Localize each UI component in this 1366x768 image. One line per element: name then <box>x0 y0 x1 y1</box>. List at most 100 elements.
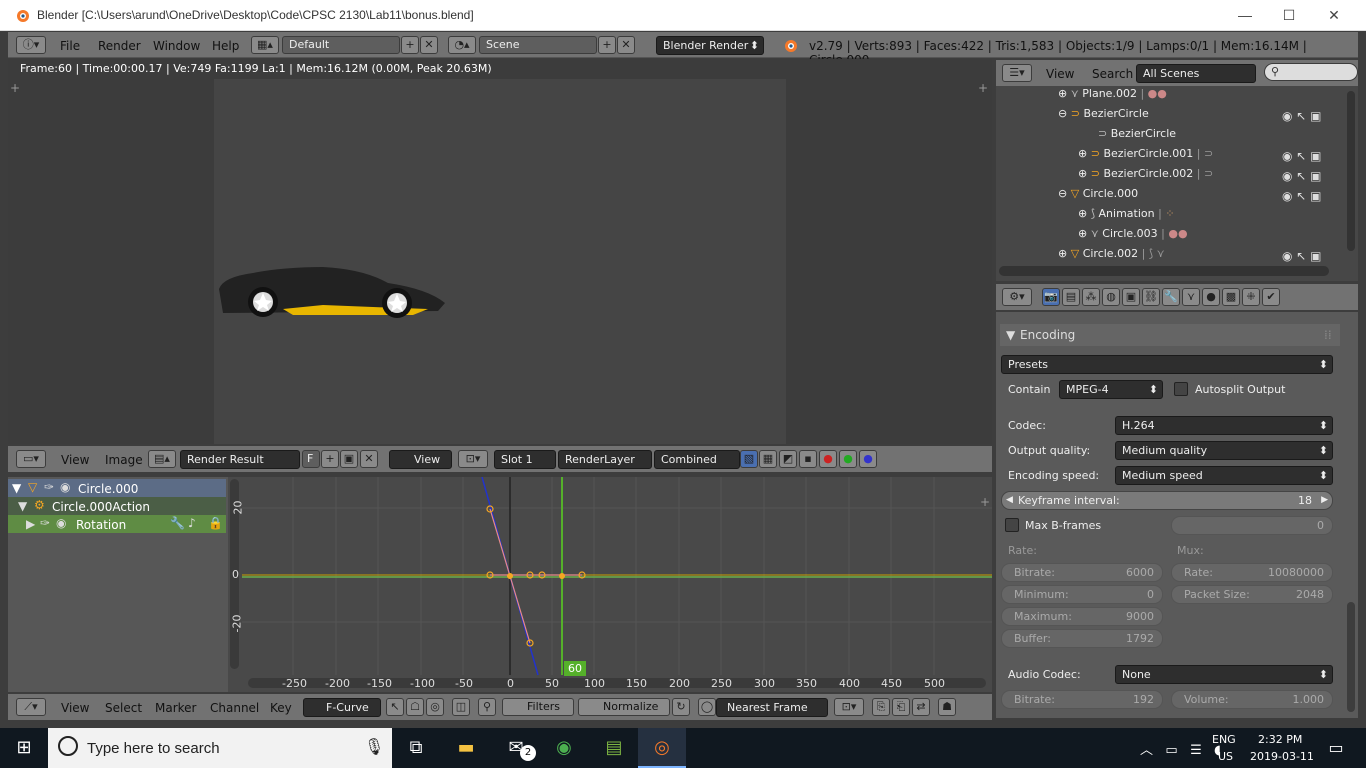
unlink-image-button[interactable]: ✕ <box>360 450 378 468</box>
language-indicator[interactable]: ENG <box>1212 733 1236 746</box>
scene-tab-icon[interactable]: ⁂ <box>1082 288 1100 306</box>
clock-time[interactable]: 2:32 PM <box>1258 733 1302 746</box>
red-channel-icon[interactable]: ● <box>819 450 837 468</box>
bitrate-field[interactable]: Bitrate: 6000 <box>1001 563 1163 582</box>
collapse-icon[interactable]: ▶ <box>26 517 35 531</box>
visibility-column[interactable]: ◉ ↖ ▣ <box>1282 246 1322 266</box>
area-split-plus-icon[interactable]: + <box>980 495 990 509</box>
display-mode-select[interactable]: All Scenes <box>1136 64 1256 83</box>
modifiers-tab-icon[interactable]: 🔧 <box>1162 288 1180 306</box>
ghost-curves-button[interactable]: ☗ <box>938 698 956 716</box>
menu-image[interactable]: Image <box>105 453 143 467</box>
file-explorer-icon[interactable]: ▬ <box>442 728 490 768</box>
pass-select[interactable]: Combined <box>654 450 740 469</box>
microphone-icon[interactable]: 🎙 <box>364 737 384 756</box>
render-tab-icon[interactable]: 📷 <box>1042 288 1060 306</box>
visibility-column[interactable]: ◉ ↖ ▣ ◉ ↖ ▣ ◉ ↖ ▣ <box>1282 146 1322 206</box>
max-bframes-checkbox[interactable] <box>1005 518 1019 532</box>
increment-arrow-icon[interactable]: ▶ <box>1321 492 1328 509</box>
expand-icon[interactable]: ▼ <box>18 499 27 513</box>
outliner-row[interactable]: ⊖ ▽ Circle.000 <box>1058 184 1138 204</box>
current-frame-badge[interactable]: 60 <box>564 661 586 676</box>
close-button[interactable]: ✕ <box>1323 5 1345 25</box>
menu-search[interactable]: Search <box>1092 67 1133 81</box>
volume-field[interactable]: Volume: 1.000 <box>1171 690 1333 709</box>
maximize-button[interactable]: ☐ <box>1278 5 1300 25</box>
texture-tab-icon[interactable]: ▩ <box>1222 288 1240 306</box>
render-engine-select[interactable]: Blender Render ⬍ <box>656 36 764 55</box>
drag-handle-icon[interactable]: ⁞⁞ <box>1324 328 1332 342</box>
color-alpha-icon[interactable]: ▧ <box>740 450 758 468</box>
copy-keys-icon[interactable]: ⎘ <box>872 698 890 716</box>
fake-user-button[interactable]: F <box>302 450 320 468</box>
object-tab-icon[interactable]: ▣ <box>1122 288 1140 306</box>
mode-select[interactable]: F-Curve <box>303 698 381 717</box>
editor-type-graph-icon[interactable]: ⟋▾ <box>16 698 46 716</box>
add-scene-button[interactable]: + <box>598 36 616 54</box>
tray-icons[interactable]: ︿ ▭ ☰ ◖ <box>1140 739 1221 758</box>
taskbar-search-box[interactable]: Type here to search 🎙 <box>48 728 392 768</box>
outliner-row[interactable]: ⊕ ⟆ Animation | ⁘ <box>1078 204 1175 224</box>
presets-select[interactable]: Presets ⬍ <box>1001 355 1333 374</box>
channel-icon[interactable]: ▪ <box>799 450 817 468</box>
action-channel-row[interactable]: ▼ ⚙ Circle.000Action <box>8 497 226 515</box>
outliner-search-input[interactable]: ⚲ <box>1264 63 1358 81</box>
scene-field[interactable]: Scene <box>479 36 597 54</box>
speaker-icon[interactable]: ♪ <box>188 516 196 530</box>
menu-view[interactable]: View <box>1046 67 1074 81</box>
data-tab-icon[interactable]: ⋎ <box>1182 288 1200 306</box>
menu-select[interactable]: Select <box>105 701 142 715</box>
autosplit-checkbox[interactable] <box>1174 382 1188 396</box>
keyframe-interval-field[interactable]: ◀ Keyframe interval: 18 ▶ <box>1001 491 1333 510</box>
audio-bitrate-field[interactable]: Bitrate: 192 <box>1001 690 1163 709</box>
expand-plus-icon[interactable]: ⊕ <box>1058 87 1067 100</box>
outliner-row[interactable]: ⊕ ⊃ BezierCircle.002 | ⊃ <box>1078 164 1213 184</box>
scene-icon[interactable]: ◔▴ <box>448 36 476 54</box>
area-split-plus-icon[interactable]: + <box>10 81 20 95</box>
outliner-row[interactable]: ⊕ ⋎ Circle.003 | ●● <box>1078 224 1188 244</box>
pivot-icon[interactable]: ⊡▾ <box>458 450 488 468</box>
ghost-icon[interactable]: ☖ <box>406 698 424 716</box>
expand-plus-icon[interactable]: ⊕ <box>1078 227 1087 240</box>
show-errors-icon[interactable]: ◎ <box>426 698 444 716</box>
codec-select[interactable]: H.264 ⬍ <box>1115 416 1333 435</box>
task-view-icon[interactable]: ⧉ <box>392 728 440 768</box>
z-buffer-icon[interactable]: ◩ <box>779 450 797 468</box>
slot-select[interactable]: Slot 1 <box>494 450 556 469</box>
constraints-tab-icon[interactable]: ⛓ <box>1142 288 1160 306</box>
expand-plus-icon[interactable]: ⊕ <box>1078 147 1087 160</box>
menu-help[interactable]: Help <box>212 39 239 53</box>
refresh-icon[interactable]: ↻ <box>672 698 690 716</box>
vertical-scrollbar[interactable] <box>1347 91 1355 251</box>
blue-channel-icon[interactable]: ● <box>859 450 877 468</box>
editor-type-info-icon[interactable]: ⓘ▾ <box>16 36 46 54</box>
lock-icon[interactable]: 🔒 <box>208 516 223 530</box>
buffer-field[interactable]: Buffer: 1792 <box>1001 629 1163 648</box>
expand-plus-icon[interactable]: ⊕ <box>1078 167 1087 180</box>
green-channel-icon[interactable]: ● <box>839 450 857 468</box>
max-bframes-field[interactable]: 0 <box>1171 516 1333 535</box>
collapse-minus-icon[interactable]: ⊖ <box>1058 187 1067 200</box>
chrome-icon[interactable]: ◉ <box>540 728 588 768</box>
speed-select[interactable]: Medium speed ⬍ <box>1115 466 1333 485</box>
rotation-channel-row[interactable]: ▶ ✑ ◉ Rotation 🔧 ♪ 🔒 <box>8 515 226 533</box>
view-select[interactable]: View <box>389 450 452 469</box>
outliner-row[interactable]: ⊖ ⊃ BezierCircle <box>1058 104 1149 124</box>
menu-render[interactable]: Render <box>98 39 141 53</box>
open-image-icon[interactable]: ▣ <box>340 450 358 468</box>
eye-icon[interactable]: ◉ <box>56 516 66 530</box>
delete-scene-button[interactable]: ✕ <box>617 36 635 54</box>
auto-snap-icon[interactable]: ⊡▾ <box>834 698 864 716</box>
editor-type-image-icon[interactable]: ▭▾ <box>16 450 46 468</box>
object-channel-row[interactable]: ▼ ▽ ✑ ◉ Circle.000 <box>8 479 226 497</box>
outliner-row[interactable]: ⊃ BezierCircle <box>1098 124 1176 144</box>
eye-icon[interactable]: ◉ <box>60 480 70 494</box>
layout-field[interactable]: Default <box>282 36 400 54</box>
zoom-icon[interactable]: ⚲ <box>478 698 496 716</box>
audio-codec-select[interactable]: None ⬍ <box>1115 665 1333 684</box>
minimize-button[interactable]: — <box>1234 5 1256 25</box>
mux-rate-field[interactable]: Rate: 10080000 <box>1171 563 1333 582</box>
render-layer-select[interactable]: RenderLayer <box>558 450 652 469</box>
menu-marker[interactable]: Marker <box>155 701 196 715</box>
particles-tab-icon[interactable]: ⁜ <box>1242 288 1260 306</box>
